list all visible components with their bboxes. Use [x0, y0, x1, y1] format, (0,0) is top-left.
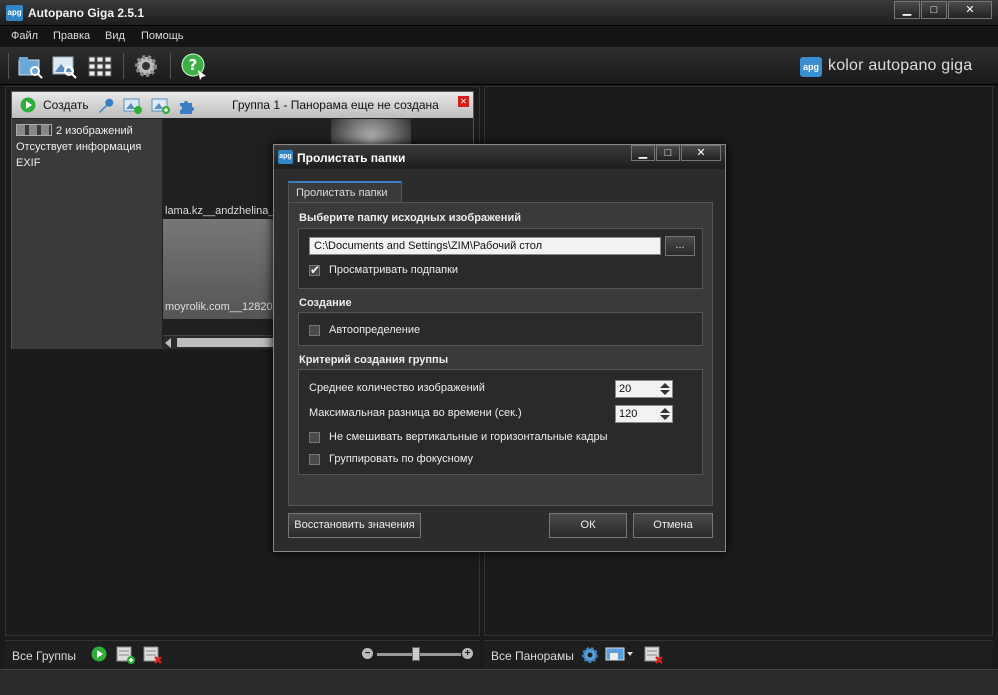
add-group-icon[interactable]	[116, 645, 136, 665]
tab-panel: Выберите папку исходных изображений C:\D…	[288, 202, 713, 506]
brand-logo-icon: apg	[800, 57, 822, 77]
browse-folders-dialog: apg Пролистать папки ▁ □ ✕ Пролистать па…	[273, 144, 726, 552]
restore-defaults-button[interactable]: Восстановить значения	[288, 513, 421, 538]
render-settings-gear-icon[interactable]	[580, 645, 600, 665]
zoom-out-icon[interactable]: −	[362, 648, 373, 659]
group-criteria-group: Среднее количество изображений 20 Максим…	[298, 369, 703, 475]
dialog-title: Пролистать папки	[297, 151, 406, 165]
play-icon[interactable]	[20, 97, 36, 113]
scrollbar-thumb[interactable]	[177, 338, 287, 347]
ok-button[interactable]: ОК	[549, 513, 627, 538]
svg-text:?: ?	[189, 56, 198, 74]
source-folder-input[interactable]: C:\Documents and Settings\ZIM\Рабочий ст…	[309, 237, 661, 255]
group-title: Группа 1 - Панорама еще не создана	[232, 98, 439, 112]
panoramas-footer: Все Панорамы	[484, 640, 993, 668]
open-folder-icon[interactable]	[16, 52, 44, 80]
all-panoramas-label: Все Панорамы	[491, 649, 574, 663]
toolbar-separator	[170, 53, 171, 79]
no-mix-row[interactable]: Не смешивать вертикальные и горизонтальн…	[309, 431, 607, 443]
spin-arrows-icon[interactable]	[660, 408, 670, 420]
toolbar: ? apg kolor autopano giga	[0, 47, 998, 85]
browse-folder-button[interactable]: ...	[665, 236, 695, 256]
maximize-button[interactable]: □	[921, 1, 947, 19]
scan-subfolders-row[interactable]: Просматривать подпапки	[309, 263, 459, 277]
no-mix-label: Не смешивать вертикальные и горизонтальн…	[329, 431, 608, 443]
avg-images-spinbox[interactable]: 20	[615, 380, 673, 398]
dialog-maximize-button[interactable]: □	[656, 145, 680, 161]
app-logo-icon: apg	[6, 5, 23, 21]
toolbar-separator	[123, 53, 124, 79]
play-icon[interactable]	[91, 646, 107, 662]
scan-subfolders-label: Просматривать подпапки	[329, 264, 459, 276]
menu-view[interactable]: Вид	[105, 30, 125, 42]
remove-group-icon[interactable]	[143, 645, 163, 665]
creation-group: Автоопределение	[298, 312, 703, 346]
zoom-slider-handle[interactable]	[412, 647, 420, 661]
window-title: Autopano Giga 2.5.1	[28, 6, 145, 20]
group-info: 2 изображений Отсуствует информация EXIF	[12, 119, 162, 349]
group-focal-row[interactable]: Группировать по фокусному	[309, 453, 473, 465]
dialog-close-button[interactable]: ✕	[681, 145, 721, 161]
dialog-window-controls: ▁ □ ✕	[630, 145, 721, 161]
zoom-in-icon[interactable]: +	[462, 648, 473, 659]
creation-heading: Создание	[299, 297, 352, 309]
source-folder-heading: Выберите папку исходных изображений	[299, 212, 521, 224]
thumbnail-image[interactable]	[331, 119, 411, 147]
add-image-icon[interactable]	[151, 97, 171, 115]
dialog-minimize-button[interactable]: ▁	[631, 145, 655, 161]
create-button-label[interactable]: Создать	[43, 98, 89, 112]
avg-images-value: 20	[619, 383, 632, 395]
menu-bar: Файл Правка Вид Помощь	[0, 27, 998, 47]
wrench-icon[interactable]	[96, 97, 114, 115]
menu-edit[interactable]: Правка	[53, 30, 90, 42]
group-focal-checkbox[interactable]	[309, 453, 320, 465]
groups-footer: Все Группы − +	[5, 640, 480, 668]
puzzle-icon[interactable]	[178, 97, 196, 115]
remove-panorama-icon[interactable]	[644, 645, 664, 665]
group-focal-label: Группировать по фокусному	[329, 453, 474, 465]
edit-image-icon[interactable]	[123, 97, 143, 115]
import-images-icon[interactable]	[50, 52, 78, 80]
window-controls: ▁ □ ✕	[893, 1, 992, 19]
exif-status: Отсуствует информация	[16, 141, 142, 153]
max-time-label: Максимальная разница во времени (сек.)	[309, 407, 522, 419]
max-time-value: 120	[619, 408, 638, 420]
cancel-button[interactable]: Отмена	[633, 513, 713, 538]
help-icon[interactable]: ?	[180, 52, 208, 80]
status-bar	[0, 669, 998, 695]
render-options-dropdown-icon[interactable]	[605, 645, 635, 665]
dialog-logo-icon: apg	[278, 150, 293, 164]
thumbnail-label: lama.kz__andzhelina_d	[165, 205, 281, 217]
autodetect-checkbox[interactable]	[309, 324, 320, 336]
brand-name: kolor autopano giga	[828, 57, 973, 74]
image-count: 2 изображений	[56, 125, 133, 137]
minimize-button[interactable]: ▁	[894, 1, 920, 19]
dialog-title-bar: apg Пролистать папки ▁ □ ✕	[274, 145, 725, 169]
menu-help[interactable]: Помощь	[141, 30, 184, 42]
max-time-spinbox[interactable]: 120	[615, 405, 673, 423]
scan-subfolders-checkbox[interactable]	[309, 263, 320, 277]
title-bar: apg Autopano Giga 2.5.1 ▁ □ ✕	[0, 0, 998, 26]
close-button[interactable]: ✕	[948, 1, 992, 19]
detect-grid-icon[interactable]	[86, 52, 114, 80]
thumbnail-label: moyrolik.com__128207	[165, 301, 279, 313]
tab-browse-folders[interactable]: Пролистать папки	[288, 181, 402, 203]
scroll-left-icon[interactable]	[165, 338, 171, 348]
autodetect-row[interactable]: Автоопределение	[309, 324, 420, 336]
autodetect-label: Автоопределение	[329, 324, 421, 336]
group-header: Создать Группа 1 - Панорама еще не созда…	[12, 92, 473, 118]
no-mix-checkbox[interactable]	[309, 431, 320, 443]
spin-arrows-icon[interactable]	[660, 383, 670, 395]
toolbar-separator	[8, 53, 9, 79]
menu-file[interactable]: Файл	[11, 30, 38, 42]
group-criteria-heading: Критерий создания группы	[299, 354, 449, 366]
all-groups-label: Все Группы	[12, 649, 76, 663]
exif-status-line2: EXIF	[16, 157, 41, 169]
image-count-icon	[16, 124, 52, 136]
source-folder-group: C:\Documents and Settings\ZIM\Рабочий ст…	[298, 228, 703, 289]
avg-images-label: Среднее количество изображений	[309, 382, 485, 394]
close-group-icon[interactable]: ✕	[458, 96, 469, 107]
image-count-row: 2 изображений	[16, 123, 158, 139]
settings-gear-icon[interactable]	[132, 52, 160, 80]
